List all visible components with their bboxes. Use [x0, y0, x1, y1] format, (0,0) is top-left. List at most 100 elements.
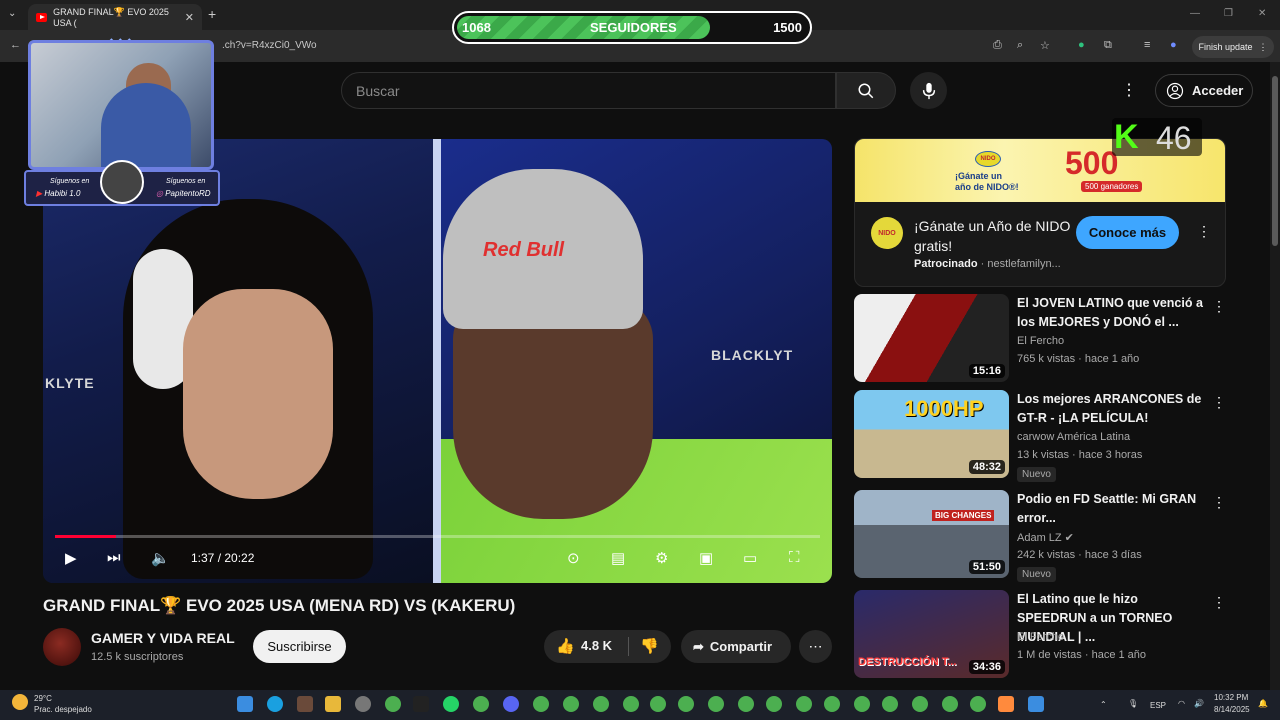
- file-explorer-icon[interactable]: [325, 696, 341, 712]
- close-window-icon[interactable]: ✕: [1258, 8, 1266, 19]
- recommendation-channel[interactable]: Adam LZ ✔: [1017, 531, 1074, 544]
- page-scrollbar[interactable]: [1270, 62, 1280, 690]
- search-button[interactable]: [836, 72, 896, 109]
- whatsapp-icon[interactable]: [443, 696, 459, 712]
- chrome-icon[interactable]: [623, 696, 639, 712]
- browser-tab-active[interactable]: GRAND FINAL🏆 EVO 2025 USA ( ✕: [28, 4, 202, 30]
- edge-browser-icon[interactable]: [267, 696, 283, 712]
- next-video-icon[interactable]: ⏭: [107, 549, 121, 566]
- tab-search-chevron-icon[interactable]: ⌄: [8, 8, 16, 19]
- recommendation-item[interactable]: DESTRUCCIÓN T... 34:36 El Latino que le …: [854, 590, 1226, 682]
- app-icon[interactable]: [413, 696, 429, 712]
- app-icon[interactable]: [998, 696, 1014, 712]
- recommendation-title[interactable]: El JOVEN LATINO que venció a los MEJORES…: [1017, 294, 1207, 332]
- chrome-icon[interactable]: [970, 696, 986, 712]
- more-actions-button[interactable]: ⋯: [799, 630, 832, 663]
- search-input[interactable]: Buscar: [341, 72, 836, 109]
- chrome-icon[interactable]: [942, 696, 958, 712]
- app-icon[interactable]: [355, 696, 371, 712]
- recommendation-kebab-icon[interactable]: ⋮: [1212, 594, 1226, 611]
- recommendation-thumbnail[interactable]: DESTRUCCIÓN T... 34:36: [854, 590, 1009, 678]
- chrome-icon[interactable]: [533, 696, 549, 712]
- wifi-icon[interactable]: ◠: [1178, 699, 1185, 708]
- chrome-icon[interactable]: [738, 696, 754, 712]
- chrome-icon[interactable]: [385, 696, 401, 712]
- notification-bell-icon[interactable]: 🔔: [1258, 699, 1268, 708]
- language-indicator[interactable]: ESP: [1150, 701, 1166, 710]
- recommendation-channel[interactable]: carwow América Latina: [1017, 431, 1130, 443]
- subtitles-icon[interactable]: ▤: [611, 549, 625, 567]
- share-button[interactable]: ➦ Compartir: [681, 630, 791, 663]
- recommendation-channel[interactable]: El Fercho: [1017, 631, 1064, 643]
- app-icon[interactable]: [297, 696, 313, 712]
- recommendation-thumbnail[interactable]: 1000HP 48:32: [854, 390, 1009, 478]
- recommendation-item[interactable]: 15:16 El JOVEN LATINO que venció a los M…: [854, 294, 1226, 386]
- speaker-icon[interactable]: 🔊: [1194, 699, 1204, 708]
- media-control-icon[interactable]: ≡: [1144, 39, 1150, 51]
- browser-menu-icon[interactable]: ⋮: [1259, 42, 1268, 53]
- install-app-icon[interactable]: ⎙: [993, 39, 1002, 52]
- video-progress-bar[interactable]: [55, 535, 820, 538]
- clock-time[interactable]: 10:32 PM: [1214, 693, 1248, 702]
- discord-icon[interactable]: [503, 696, 519, 712]
- recommendation-title[interactable]: Los mejores ARRANCONES de GT-R - ¡LA PEL…: [1017, 390, 1207, 428]
- play-icon[interactable]: ▶: [65, 549, 77, 567]
- volume-icon[interactable]: 🔈: [151, 549, 170, 567]
- recommendation-thumbnail[interactable]: BIG CHANGES 51:50: [854, 490, 1009, 578]
- sign-in-button[interactable]: Acceder: [1155, 74, 1253, 107]
- chrome-icon[interactable]: [854, 696, 870, 712]
- ad-title[interactable]: ¡Gánate un Año de NIDO gratis!: [914, 216, 1074, 256]
- chrome-icon[interactable]: [766, 696, 782, 712]
- chrome-icon[interactable]: [593, 696, 609, 712]
- chrome-icon[interactable]: [912, 696, 928, 712]
- chrome-icon[interactable]: [473, 696, 489, 712]
- zoom-icon[interactable]: ⌕: [1017, 39, 1023, 52]
- channel-avatar[interactable]: [43, 628, 81, 666]
- scrollbar-thumb[interactable]: [1272, 76, 1278, 246]
- like-count[interactable]: 4.8 K: [581, 638, 612, 653]
- new-tab-button[interactable]: +: [208, 6, 216, 22]
- chrome-icon[interactable]: [708, 696, 724, 712]
- recommendation-item[interactable]: BIG CHANGES 51:50 Podio en FD Seattle: M…: [854, 490, 1226, 582]
- chrome-icon[interactable]: [563, 696, 579, 712]
- temperature[interactable]: 29°C: [34, 694, 52, 703]
- recommendation-item[interactable]: 1000HP 48:32 Los mejores ARRANCONES de G…: [854, 390, 1226, 482]
- app-icon[interactable]: [1028, 696, 1044, 712]
- channel-name[interactable]: GAMER Y VIDA REAL: [91, 630, 235, 646]
- sponsored-ad-card[interactable]: NIDO ¡Gánate un año de NIDO®! 500 500 gan…: [854, 138, 1226, 287]
- finish-update-button[interactable]: Finish update ⋮: [1192, 36, 1274, 58]
- bookmark-star-icon[interactable]: ☆: [1040, 39, 1050, 52]
- clock-date[interactable]: 8/14/2025: [1214, 705, 1250, 714]
- dislike-thumb-icon[interactable]: 👎: [640, 637, 659, 655]
- weather-sun-icon[interactable]: [12, 694, 28, 710]
- subscribe-button[interactable]: Suscribirse: [253, 630, 346, 663]
- minimize-icon[interactable]: —: [1190, 8, 1200, 19]
- back-arrow-icon[interactable]: ←: [10, 39, 21, 51]
- recommendation-channel[interactable]: El Fercho: [1017, 335, 1064, 347]
- recommendation-title[interactable]: Podio en FD Seattle: Mi GRAN error...: [1017, 490, 1207, 528]
- settings-gear-icon[interactable]: ⚙: [655, 549, 668, 567]
- chrome-icon[interactable]: [882, 696, 898, 712]
- address-bar-url[interactable]: .ch?v=R4xzCi0_VWo: [222, 40, 317, 51]
- theater-mode-icon[interactable]: ▭: [743, 549, 757, 567]
- weather-description[interactable]: Prac. despejado: [34, 705, 92, 714]
- extension-icon[interactable]: ●: [1078, 39, 1085, 51]
- extensions-puzzle-icon[interactable]: ⧉: [1104, 39, 1112, 52]
- profile-avatar-icon[interactable]: ●: [1170, 39, 1177, 51]
- chrome-icon[interactable]: [796, 696, 812, 712]
- ad-kebab-icon[interactable]: ⋮: [1197, 223, 1211, 240]
- tab-close-icon[interactable]: ✕: [185, 11, 194, 24]
- recommendation-kebab-icon[interactable]: ⋮: [1212, 394, 1226, 411]
- tray-chevron-icon[interactable]: ⌃: [1100, 700, 1107, 709]
- recommendation-kebab-icon[interactable]: ⋮: [1212, 298, 1226, 315]
- chrome-icon[interactable]: [650, 696, 666, 712]
- chrome-icon[interactable]: [824, 696, 840, 712]
- chrome-icon[interactable]: [678, 696, 694, 712]
- settings-kebab-icon[interactable]: ⋮: [1121, 80, 1137, 100]
- fullscreen-icon[interactable]: ⛶: [789, 549, 800, 566]
- restore-icon[interactable]: ❐: [1224, 8, 1233, 19]
- like-thumb-icon[interactable]: 👍: [556, 637, 575, 655]
- start-windows-icon[interactable]: [237, 696, 253, 712]
- recommendation-thumbnail[interactable]: 15:16: [854, 294, 1009, 382]
- tray-mic-icon[interactable]: 🎙: [1128, 699, 1138, 708]
